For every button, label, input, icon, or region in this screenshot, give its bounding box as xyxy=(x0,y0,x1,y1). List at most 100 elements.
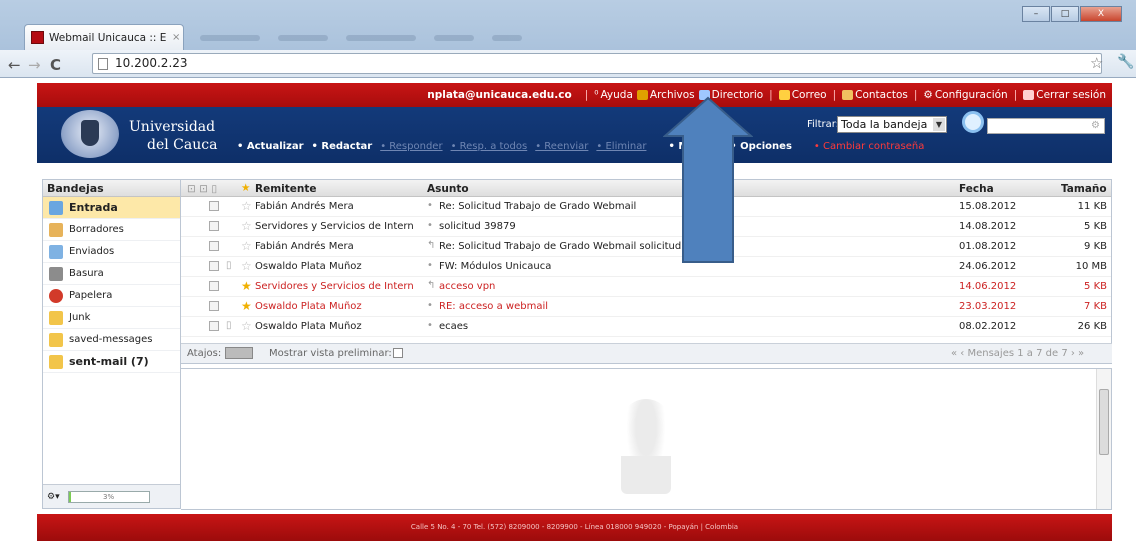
address-bar[interactable]: 10.200.2.23 xyxy=(92,53,1102,74)
attachment-icon: ▯ xyxy=(226,260,232,271)
annotation-arrow xyxy=(663,96,753,263)
star-icon[interactable]: ☆ xyxy=(241,219,252,233)
contacts-icon xyxy=(842,90,854,100)
star-icon[interactable]: ★ xyxy=(241,279,252,293)
row-checkbox[interactable] xyxy=(209,261,219,271)
row-checkbox[interactable] xyxy=(209,281,219,291)
row-size: 10 MB xyxy=(1075,261,1107,272)
page-icon xyxy=(98,58,108,70)
mail-link[interactable]: Correo xyxy=(778,89,827,101)
settings-link[interactable]: ⚙ Configuración xyxy=(923,89,1007,101)
row-checkbox[interactable] xyxy=(209,321,219,331)
table-row[interactable]: ▯ ☆ Oswaldo Plata Muñoz • ecaes 08.02.2012 26 … xyxy=(181,317,1111,337)
address-text: 10.200.2.23 xyxy=(115,56,188,70)
row-checkbox[interactable] xyxy=(209,221,219,231)
preview-scrollbar[interactable] xyxy=(1096,369,1111,509)
minimize-button[interactable]: – xyxy=(1022,6,1050,22)
compose-button[interactable]: • Redactar xyxy=(312,141,373,152)
university-name-line2: del Cauca xyxy=(147,137,218,153)
bookmark-star-icon[interactable]: ☆ xyxy=(1090,54,1103,72)
table-row[interactable]: ★ Servidores y Servicios de Intern ↰ acceso… xyxy=(181,277,1111,297)
row-sender: Oswaldo Plata Muñoz xyxy=(255,321,362,332)
folder-icon xyxy=(49,332,63,347)
watermark-torch-icon xyxy=(621,399,671,494)
folder-inbox[interactable]: Entrada xyxy=(43,197,180,219)
table-row[interactable]: ☆ Fabián Andrés Mera ↰ Re: Solicitud Trabaj… xyxy=(181,237,1111,257)
contacts-link[interactable]: Contactos xyxy=(842,89,908,101)
column-date[interactable]: Fecha xyxy=(959,183,994,195)
folder-junk[interactable]: Junk xyxy=(43,307,180,329)
row-date: 24.06.2012 xyxy=(959,261,1017,272)
window-controls: – □ X xyxy=(1022,6,1122,22)
row-checkbox[interactable] xyxy=(209,241,219,251)
delete-button[interactable]: • Eliminar xyxy=(596,141,646,152)
row-size: 7 KB xyxy=(1084,301,1107,312)
logout-link[interactable]: Cerrar sesión xyxy=(1023,89,1106,101)
folder-trash[interactable]: Basura xyxy=(43,263,180,285)
row-checkbox[interactable] xyxy=(209,301,219,311)
column-icons: ⊡ ⊡ ▯ xyxy=(187,183,218,195)
sidebar-footer: ⚙▾ 3% xyxy=(43,484,180,508)
star-icon[interactable]: ☆ xyxy=(241,319,252,333)
help-link[interactable]: ⁰ Ayuda xyxy=(594,89,633,101)
folder-saved-messages[interactable]: saved-messages xyxy=(43,329,180,351)
table-row[interactable]: ☆ Servidores y Servicios de Intern • solici… xyxy=(181,217,1111,237)
filter-label: Filtrar: xyxy=(807,119,840,130)
row-date: 15.08.2012 xyxy=(959,201,1017,212)
row-sender: Fabián Andrés Mera xyxy=(255,241,354,252)
filter-select[interactable]: Toda la bandeja ▼ xyxy=(837,116,947,133)
pager-text[interactable]: « ‹ Mensajes 1 a 7 de 7 › » xyxy=(951,348,1084,359)
table-row[interactable]: ▯ ☆ Oswaldo Plata Muñoz • FW: Módulos Unicau… xyxy=(181,257,1111,277)
reply-button[interactable]: • Responder xyxy=(380,141,442,152)
folder-icon xyxy=(49,310,63,325)
search-input[interactable]: ⚙ xyxy=(987,118,1105,134)
wrench-icon[interactable]: 🔧 xyxy=(1117,54,1134,70)
change-password-link[interactable]: • Cambiar contraseña xyxy=(814,141,924,152)
column-sender[interactable]: Remitente xyxy=(255,183,317,195)
folder-drafts[interactable]: Borradores xyxy=(43,219,180,241)
row-checkbox[interactable] xyxy=(209,201,219,211)
mail-icon xyxy=(778,90,790,100)
browser-chrome: Webmail Unicauca :: Entra × – □ X ← → C … xyxy=(0,0,1136,78)
preview-checkbox[interactable] xyxy=(393,348,403,358)
row-size: 11 KB xyxy=(1077,201,1107,212)
row-date: 23.03.2012 xyxy=(959,301,1017,312)
table-row[interactable]: ★ Oswaldo Plata Muñoz • RE: acceso a webmai… xyxy=(181,297,1111,317)
star-icon[interactable]: ★ xyxy=(241,299,252,313)
folder-deleted[interactable]: Papelera xyxy=(43,285,180,307)
star-icon[interactable]: ☆ xyxy=(241,239,252,253)
folder-settings-button[interactable]: ⚙▾ xyxy=(47,492,60,502)
forward-button[interactable]: • Reenviar xyxy=(535,141,588,152)
star-icon[interactable]: ☆ xyxy=(241,199,252,213)
close-window-button[interactable]: X xyxy=(1080,6,1122,22)
row-sender: Fabián Andrés Mera xyxy=(255,201,354,212)
row-size: 26 KB xyxy=(1077,321,1107,332)
maximize-button[interactable]: □ xyxy=(1051,6,1079,22)
help-icon: ⁰ xyxy=(594,89,599,101)
files-icon xyxy=(636,90,648,100)
app-header: Universidad del Cauca • Actualizar • Red… xyxy=(37,107,1112,163)
column-size[interactable]: Tamaño xyxy=(1061,183,1107,195)
back-icon[interactable]: ← xyxy=(8,56,21,74)
message-rows: ☆ Fabián Andrés Mera • Re: Solicitud Trabaj… xyxy=(181,197,1111,337)
reply-all-button[interactable]: • Resp. a todos xyxy=(451,141,528,152)
tab-close-icon[interactable]: × xyxy=(172,32,180,43)
forward-icon[interactable]: → xyxy=(28,56,41,74)
list-header: ⊡ ⊡ ▯ ★ Remitente Asunto Fecha Tamaño xyxy=(181,180,1111,197)
search-icon[interactable] xyxy=(962,111,984,133)
keyboard-icon[interactable] xyxy=(225,347,253,359)
browser-tab[interactable]: Webmail Unicauca :: Entra × xyxy=(24,24,184,50)
folder-sent[interactable]: Enviados xyxy=(43,241,180,263)
user-email: nplata@unicauca.edu.co xyxy=(427,89,572,101)
scrollbar-thumb[interactable] xyxy=(1099,389,1109,455)
quota-fill xyxy=(68,491,71,502)
table-row[interactable]: ☆ Fabián Andrés Mera • Re: Solicitud Trabaj… xyxy=(181,197,1111,217)
flag-column-icon[interactable]: ★ xyxy=(241,182,250,194)
refresh-button[interactable]: • Actualizar xyxy=(237,141,304,152)
row-subject: acceso vpn xyxy=(439,281,496,292)
inbox-icon xyxy=(49,200,63,215)
reload-icon[interactable]: C xyxy=(50,56,61,74)
star-icon[interactable]: ☆ xyxy=(241,259,252,273)
column-subject[interactable]: Asunto xyxy=(427,183,469,195)
folder-sent-mail[interactable]: sent-mail (7) xyxy=(43,351,180,373)
